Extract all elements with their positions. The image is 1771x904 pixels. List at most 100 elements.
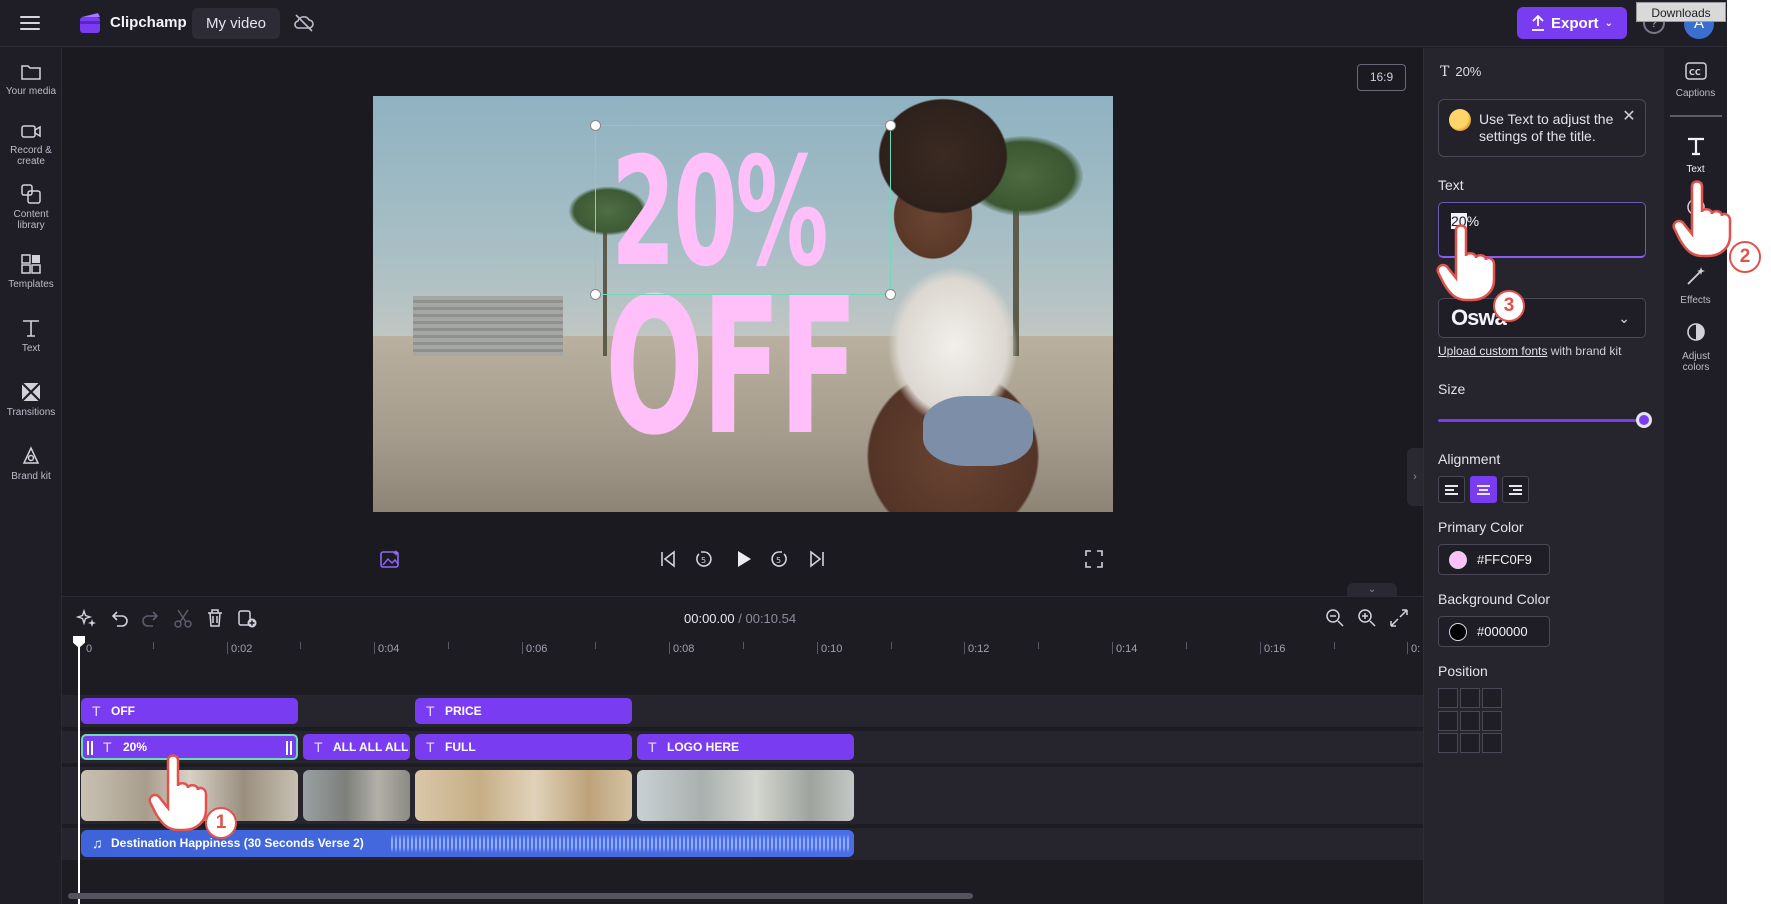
tab-effects[interactable]: Effects xyxy=(1664,265,1727,306)
duplicate-icon[interactable] xyxy=(236,607,258,629)
position-bottom-right[interactable] xyxy=(1482,733,1502,754)
resize-handle[interactable] xyxy=(590,289,601,300)
sidebar-item-transitions[interactable]: Transitions xyxy=(0,381,62,418)
effects-icon xyxy=(1686,267,1705,285)
text-clip-all[interactable]: T ALL ALL ALL A xyxy=(303,734,410,760)
tick-label: 0:14 xyxy=(1116,643,1138,655)
audio-clip[interactable]: ♫ Destination Happiness (30 Seconds Vers… xyxy=(81,830,854,857)
position-bottom-center[interactable] xyxy=(1460,733,1480,754)
title-overlay-line-2[interactable]: OFF xyxy=(605,274,1064,462)
rewind-5s-icon[interactable]: 5 xyxy=(693,548,715,570)
clip-label: OFF xyxy=(111,704,135,718)
menu-icon[interactable] xyxy=(18,13,44,33)
trim-handle-right[interactable] xyxy=(286,741,292,755)
skip-to-start-icon[interactable] xyxy=(657,548,679,570)
zoom-in-icon[interactable] xyxy=(1356,607,1378,629)
upload-fonts-line: Upload custom fonts with brand kit xyxy=(1438,344,1621,358)
tick xyxy=(669,642,670,654)
sidebar-label: Your media xyxy=(5,86,57,97)
position-grid xyxy=(1438,688,1504,754)
position-middle-right[interactable] xyxy=(1482,710,1502,731)
resize-handle[interactable] xyxy=(885,120,896,131)
fit-timeline-icon[interactable] xyxy=(1388,607,1410,629)
position-bottom-left[interactable] xyxy=(1438,733,1458,754)
collapse-right-panel-button[interactable]: › xyxy=(1407,448,1423,506)
step-badge: 3 xyxy=(1493,290,1525,322)
font-select[interactable]: Oswa ⌄ xyxy=(1438,298,1646,338)
video-clip[interactable] xyxy=(415,770,632,821)
tick-label: 0:08 xyxy=(673,643,695,655)
align-right-button[interactable] xyxy=(1502,476,1529,503)
redo-icon[interactable] xyxy=(140,607,162,629)
forward-5s-icon[interactable]: 5 xyxy=(768,548,790,570)
tick xyxy=(964,642,965,654)
total-time: 00:10.54 xyxy=(745,611,797,626)
timeline-scrollbar[interactable] xyxy=(68,893,973,899)
text-icon: T xyxy=(103,739,112,755)
sidebar-item-record-create[interactable]: Record & create xyxy=(0,121,62,167)
resize-handle[interactable] xyxy=(590,120,601,131)
tick xyxy=(1260,642,1261,654)
text-clip-logo-here[interactable]: T LOGO HERE xyxy=(637,734,854,760)
resize-handle[interactable] xyxy=(885,289,896,300)
split-icon[interactable] xyxy=(172,607,194,629)
text-clip-full[interactable]: T FULL xyxy=(415,734,632,760)
sidebar-label: Record & create xyxy=(10,145,52,167)
position-middle-left[interactable] xyxy=(1438,710,1458,731)
text-icon: T xyxy=(648,739,657,755)
sidebar-item-brand-kit[interactable]: Brand kit xyxy=(0,445,62,482)
position-top-right[interactable] xyxy=(1482,688,1502,708)
size-slider-thumb[interactable] xyxy=(1636,412,1652,428)
size-slider-track[interactable] xyxy=(1438,419,1644,422)
tick xyxy=(227,642,228,654)
primary-color-field[interactable]: #FFC0F9 xyxy=(1438,544,1550,575)
project-name-field[interactable]: My video xyxy=(192,8,280,39)
audio-clip-label: Destination Happiness (30 Seconds Verse … xyxy=(111,836,364,850)
panel-title: 20% xyxy=(1455,64,1482,79)
trim-handle-left[interactable] xyxy=(87,741,93,755)
collapse-timeline-button[interactable]: ⌄ xyxy=(1347,583,1397,597)
sidebar-item-templates[interactable]: Templates xyxy=(0,253,62,290)
align-center-button[interactable] xyxy=(1470,476,1497,503)
tick-label: 0 xyxy=(86,643,93,655)
magic-image-icon[interactable] xyxy=(379,548,401,570)
video-building xyxy=(413,296,563,356)
tick xyxy=(1186,642,1187,649)
export-button[interactable]: Export ⌄ xyxy=(1517,7,1627,39)
magic-tools-icon[interactable] xyxy=(76,607,98,629)
cloud-off-icon[interactable] xyxy=(293,13,315,33)
video-clip[interactable] xyxy=(637,770,854,821)
skip-to-end-icon[interactable] xyxy=(806,548,828,570)
sidebar-item-your-media[interactable]: Your media xyxy=(0,62,62,97)
sidebar-item-text[interactable]: Text xyxy=(0,317,62,354)
upload-custom-fonts-link[interactable]: Upload custom fonts xyxy=(1438,344,1547,358)
upload-suffix: with brand kit xyxy=(1547,344,1622,358)
background-color-field[interactable]: #000000 xyxy=(1438,616,1550,647)
panel-header: T 20% xyxy=(1440,64,1481,80)
fullscreen-icon[interactable] xyxy=(1083,548,1105,570)
align-left-button[interactable] xyxy=(1438,476,1465,503)
undo-icon[interactable] xyxy=(108,607,130,629)
close-icon[interactable]: ✕ xyxy=(1620,108,1638,126)
pointer-hand-icon xyxy=(1436,224,1496,302)
position-top-center[interactable] xyxy=(1460,688,1480,708)
selection-box[interactable] xyxy=(595,125,891,295)
tab-text[interactable]: Text xyxy=(1664,136,1727,175)
play-icon[interactable] xyxy=(732,548,754,570)
text-clip-price[interactable]: T PRICE xyxy=(415,698,632,724)
primary-color-value: #FFC0F9 xyxy=(1477,552,1532,567)
sidebar-item-content-library[interactable]: Content library xyxy=(0,183,62,231)
position-middle-center[interactable] xyxy=(1460,710,1480,731)
downloads-tooltip: Downloads xyxy=(1636,2,1726,22)
video-clip[interactable] xyxy=(303,770,410,821)
tab-captions[interactable]: CC Captions xyxy=(1664,62,1727,99)
text-clip-off[interactable]: T OFF xyxy=(81,698,298,724)
playhead[interactable] xyxy=(78,638,80,904)
position-top-left[interactable] xyxy=(1438,688,1458,708)
aspect-ratio-button[interactable]: 16:9 xyxy=(1357,64,1406,91)
delete-icon[interactable] xyxy=(204,607,226,629)
tab-adjust-colors[interactable]: Adjust colors xyxy=(1664,321,1727,373)
tick-label: 0:02 xyxy=(231,643,253,655)
transitions-icon xyxy=(21,382,41,402)
zoom-out-icon[interactable] xyxy=(1324,607,1346,629)
